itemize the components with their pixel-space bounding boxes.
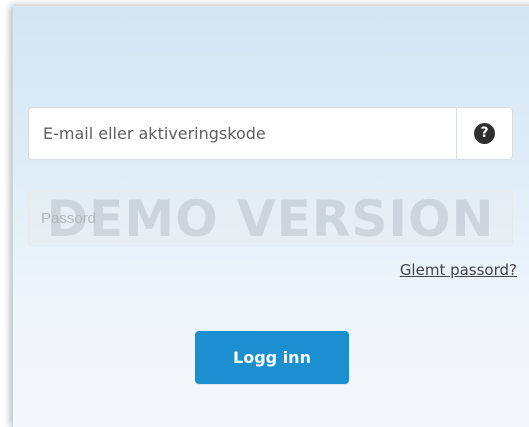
forgot-password-link[interactable]: Glemt passord?	[400, 261, 517, 279]
email-input-group: ?	[28, 107, 513, 160]
email-input[interactable]	[29, 108, 456, 159]
question-circle-icon[interactable]: ?	[474, 123, 495, 144]
password-field-wrapper: DEMO VERSION	[28, 191, 513, 246]
help-button[interactable]: ?	[456, 108, 512, 159]
password-input[interactable]	[29, 192, 512, 245]
login-button[interactable]: Logg inn	[195, 331, 349, 384]
